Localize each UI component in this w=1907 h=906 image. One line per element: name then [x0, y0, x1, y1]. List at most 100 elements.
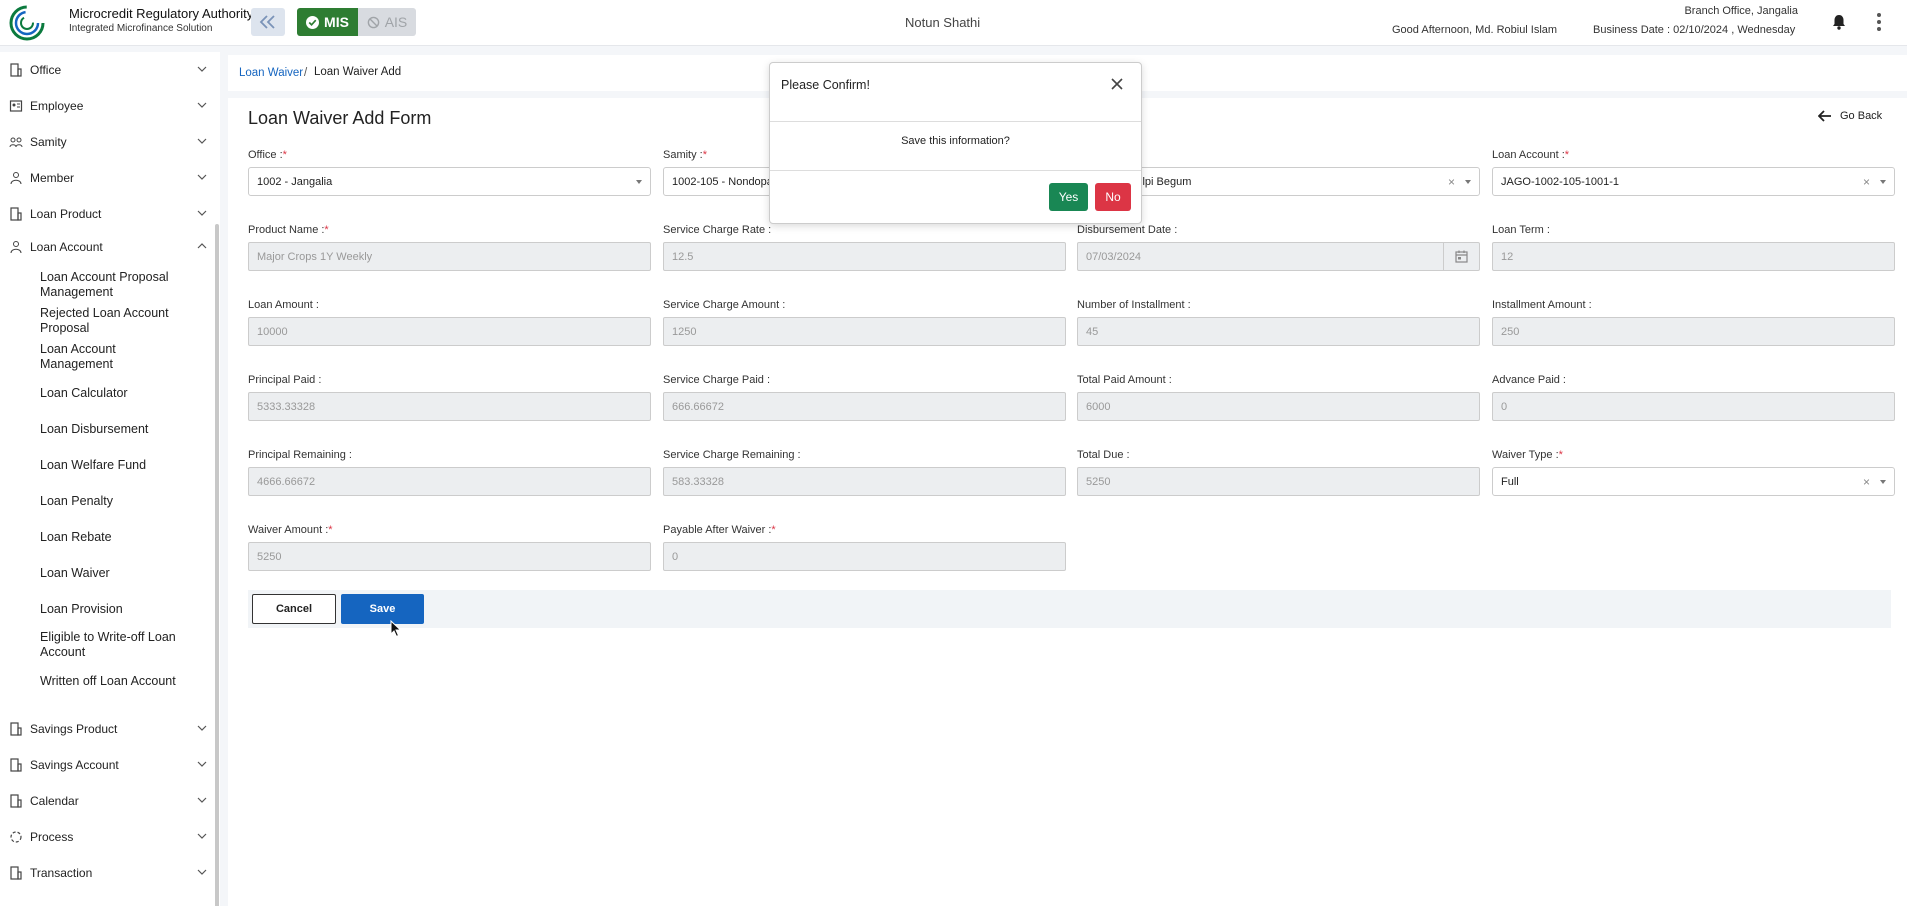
breadcrumb-separator: / — [304, 67, 308, 79]
sidebar-item-samity[interactable]: Samity — [0, 127, 214, 157]
sidebar-item-loan-account[interactable]: Loan Account — [0, 232, 214, 262]
number-of-installment-label: Number of Installment : — [1077, 299, 1191, 311]
dialog-divider — [770, 121, 1141, 122]
sidebar-subitem-loan-calculator[interactable]: Loan Calculator — [40, 386, 190, 401]
sidebar-item-savings-product[interactable]: Savings Product — [0, 714, 214, 744]
product-name-label: Product Name :* — [248, 224, 329, 236]
waiver-amount-field: 5250 — [248, 542, 651, 571]
arrow-left-icon — [1818, 110, 1831, 122]
sidebar-subitem-loan-welfare-fund[interactable]: Loan Welfare Fund — [40, 458, 190, 473]
sidebar-subitem-loan-account-management[interactable]: Loan Account Management — [40, 342, 190, 372]
principal-paid-label: Principal Paid : — [248, 374, 322, 386]
sidebar-item-member[interactable]: Member — [0, 163, 214, 193]
sidebar-subitem-rejected-proposal[interactable]: Rejected Loan Account Proposal — [40, 306, 190, 336]
loan-term-field: 12 — [1492, 242, 1895, 271]
clear-icon[interactable]: × — [1863, 475, 1870, 489]
business-date: Business Date : 02/10/2024 , Wednesday — [1593, 24, 1796, 36]
breadcrumb-link-loan-waiver[interactable]: Loan Waiver — [239, 67, 303, 79]
brand-title: Microcredit Regulatory Authority — [69, 6, 254, 21]
loan-amount-field: 10000 — [248, 317, 651, 346]
principal-remaining-field: 4666.66672 — [248, 467, 651, 496]
collapse-sidebar-button[interactable] — [251, 8, 285, 36]
more-options-icon[interactable] — [1876, 12, 1882, 32]
sidebar-subitem-loan-account-proposal[interactable]: Loan Account Proposal Management — [40, 270, 190, 300]
chevron-down-icon — [197, 869, 207, 875]
loan-account-label: Loan Account :* — [1492, 149, 1570, 161]
cancel-button[interactable]: Cancel — [252, 594, 336, 624]
payable-after-waiver-field: 0 — [663, 542, 1066, 571]
chevron-down-icon — [197, 833, 207, 839]
principal-remaining-label: Principal Remaining : — [248, 449, 352, 461]
ais-label: AIS — [384, 14, 408, 30]
installment-amount-field: 250 — [1492, 317, 1895, 346]
total-paid-amount-label: Total Paid Amount : — [1077, 374, 1172, 386]
user-greeting: Good Afternoon, Md. Robiul Islam — [1392, 24, 1558, 36]
sidebar-item-office[interactable]: Office — [0, 55, 214, 85]
ais-toggle-button[interactable]: AIS — [358, 8, 416, 36]
sidebar-item-label: Savings Account — [30, 758, 119, 772]
sidebar-item-label: Employee — [30, 99, 84, 113]
building-icon — [10, 758, 22, 772]
sidebar-item-process[interactable]: Process — [0, 822, 214, 852]
id-card-icon — [9, 100, 23, 112]
product-name-field: Major Crops 1Y Weekly — [248, 242, 651, 271]
confirm-no-button[interactable]: No — [1095, 183, 1131, 211]
sidebar-item-savings-account[interactable]: Savings Account — [0, 750, 214, 780]
advance-paid-label: Advance Paid : — [1492, 374, 1566, 386]
waiver-amount-label: Waiver Amount :* — [248, 524, 333, 536]
office-label: Office :* — [248, 149, 287, 161]
sidebar-subitem-eligible-write-off[interactable]: Eligible to Write-off Loan Account — [40, 630, 190, 660]
users-icon — [10, 172, 22, 185]
loan-amount-label: Loan Amount : — [248, 299, 319, 311]
payable-after-waiver-label: Payable After Waiver :* — [663, 524, 776, 536]
sidebar-item-transaction[interactable]: Transaction — [0, 858, 214, 888]
group-icon — [9, 137, 23, 148]
sidebar-item-calendar[interactable]: Calendar — [0, 786, 214, 816]
loan-term-label: Loan Term : — [1492, 224, 1550, 236]
users-icon — [10, 241, 22, 254]
waiver-type-select[interactable]: Full × — [1492, 467, 1895, 496]
go-back-button[interactable]: Go Back — [1818, 110, 1882, 122]
sidebar-subitem-loan-rebate[interactable]: Loan Rebate — [40, 530, 190, 545]
chevron-down-icon — [197, 725, 207, 731]
waiver-type-value: Full — [1501, 475, 1519, 488]
office-select[interactable]: 1002 - Jangalia — [248, 167, 651, 196]
clear-icon[interactable]: × — [1863, 175, 1870, 189]
sidebar-item-employee[interactable]: Employee — [0, 91, 214, 121]
spinner-icon — [10, 831, 22, 843]
confirm-dialog: Please Confirm! Save this information? Y… — [769, 62, 1142, 224]
save-button[interactable]: Save — [341, 594, 424, 624]
confirm-yes-button[interactable]: Yes — [1049, 183, 1088, 211]
notification-bell-icon[interactable] — [1832, 14, 1846, 30]
clear-icon[interactable]: × — [1448, 175, 1455, 189]
total-paid-amount-field: 6000 — [1077, 392, 1480, 421]
chevron-down-icon — [197, 174, 207, 180]
calendar-button[interactable] — [1443, 243, 1479, 270]
close-icon[interactable] — [1110, 77, 1124, 91]
disbursement-date-value: 07/03/2024 — [1086, 250, 1142, 263]
sidebar-subitem-written-off[interactable]: Written off Loan Account — [40, 674, 190, 689]
branch-name: Branch Office, Jangalia — [1684, 5, 1798, 17]
sidebar-item-label: Transaction — [30, 866, 93, 880]
sidebar-item-loan-product[interactable]: Loan Product — [0, 199, 214, 229]
mis-toggle-button[interactable]: MIS — [297, 8, 358, 36]
service-charge-remaining-label: Service Charge Remaining : — [663, 449, 801, 461]
loan-account-select[interactable]: JAGO-1002-105-1001-1 × — [1492, 167, 1895, 196]
chevron-down-icon — [197, 761, 207, 767]
caret-down-icon — [636, 180, 642, 184]
sidebar-subitem-loan-provision[interactable]: Loan Provision — [40, 602, 190, 617]
service-charge-amount-label: Service Charge Amount : — [663, 299, 786, 311]
sidebar-item-label: Samity — [30, 135, 67, 149]
service-charge-rate-field: 12.5 — [663, 242, 1066, 271]
sidebar-item-label: Process — [30, 830, 74, 844]
sidebar-subitem-loan-penalty[interactable]: Loan Penalty — [40, 494, 190, 509]
service-charge-paid-label: Service Charge Paid : — [663, 374, 770, 386]
ban-icon — [367, 16, 380, 28]
sidebar-subitem-loan-disbursement[interactable]: Loan Disbursement — [40, 422, 190, 437]
sidebar-subitem-loan-waiver[interactable]: Loan Waiver — [40, 566, 190, 581]
double-chevron-left-icon — [259, 15, 275, 29]
project-name: Notun Shathi — [905, 15, 981, 30]
chevron-down-icon — [197, 797, 207, 803]
advance-paid-field: 0 — [1492, 392, 1895, 421]
sidebar-scrollbar[interactable] — [215, 224, 219, 906]
